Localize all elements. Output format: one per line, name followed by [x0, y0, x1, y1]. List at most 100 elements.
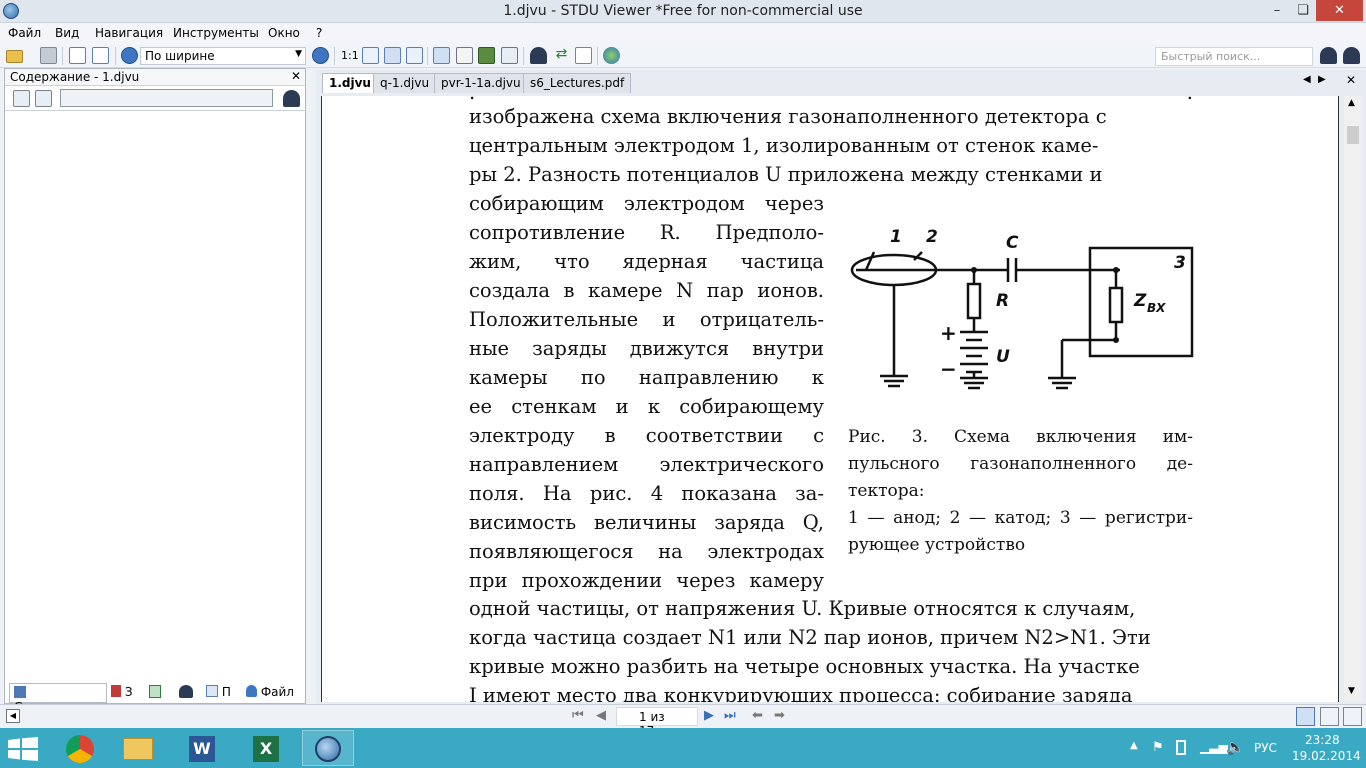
- scroll-down-icon[interactable]: ▼: [1348, 686, 1355, 696]
- fit-width-icon[interactable]: [384, 47, 401, 64]
- globe-icon[interactable]: [603, 47, 620, 64]
- scroll-thumb[interactable]: [1347, 126, 1359, 144]
- menu-file[interactable]: Файл: [8, 26, 41, 40]
- chrome-taskbar-button[interactable]: [54, 730, 106, 766]
- caption-line: Рис. 3. Схема включения им-: [848, 427, 1193, 447]
- open-folder-icon[interactable]: [6, 50, 23, 63]
- narrow-text-line: сопротивление R. Предполо-: [469, 221, 824, 244]
- excel-taskbar-button[interactable]: X: [240, 730, 292, 766]
- tab-close-icon[interactable]: ✕: [1346, 73, 1356, 87]
- copy-icon[interactable]: [575, 47, 592, 64]
- clock-time[interactable]: 23:28: [1305, 733, 1340, 747]
- tab-pages[interactable]: П: [206, 685, 231, 699]
- tab-bookmarks-label: З: [124, 685, 133, 699]
- clock-date[interactable]: 19.02.2014: [1292, 749, 1361, 763]
- forward-icon[interactable]: ➡: [774, 708, 785, 723]
- tab-pvr-djvu[interactable]: pvr-1-1a.djvu: [434, 73, 528, 93]
- zoom-mode-select[interactable]: По ширине ▼: [140, 47, 306, 65]
- explorer-taskbar-button[interactable]: [112, 730, 164, 766]
- search-prev-icon[interactable]: [1320, 47, 1337, 64]
- print-icon[interactable]: [40, 47, 57, 64]
- search-next-icon[interactable]: [1343, 47, 1360, 64]
- battery-icon[interactable]: [1176, 740, 1186, 755]
- tab-1-djvu[interactable]: 1.djvu: [322, 73, 378, 93]
- close-icon[interactable]: ✕: [291, 69, 301, 83]
- stdu-taskbar-button[interactable]: [302, 730, 354, 766]
- snapshot-icon[interactable]: [501, 47, 518, 64]
- quick-search-input[interactable]: Быстрый поиск...: [1155, 47, 1313, 66]
- zoom-out-icon[interactable]: [121, 47, 138, 64]
- tab-s6-lectures[interactable]: s6_Lectures.pdf: [523, 73, 632, 93]
- sync-icon[interactable]: ⇄: [553, 47, 570, 64]
- collapse-pane-icon[interactable]: ◀: [6, 709, 20, 723]
- narrow-text-line: Положительные и отрицатель-: [469, 308, 824, 331]
- back-icon[interactable]: ⬅: [752, 708, 763, 723]
- narrow-text-line: ее стенкам и к собирающему: [469, 395, 824, 418]
- close-button[interactable]: ✕: [1316, 0, 1363, 21]
- tray-expand-icon[interactable]: ▲: [1130, 740, 1138, 751]
- zoom-in-icon[interactable]: [312, 47, 329, 64]
- narrow-text-line: поля. На рис. 4 показана за-: [469, 482, 824, 505]
- minimize-button[interactable]: –: [1264, 0, 1290, 21]
- contents-search-input[interactable]: [60, 89, 273, 107]
- tab-contents[interactable]: Содержание: [9, 683, 107, 714]
- menu-window[interactable]: Окно: [268, 26, 300, 40]
- page-number-input[interactable]: 1 из 17: [616, 707, 698, 738]
- prev-page-icon[interactable]: ◀: [596, 708, 606, 723]
- next-page-icon[interactable]: ▶: [704, 708, 714, 723]
- menu-help[interactable]: ?: [316, 26, 322, 40]
- tab-q-1-djvu[interactable]: q-1.djvu: [373, 73, 437, 93]
- bookmark-icon: [111, 685, 121, 697]
- scroll-up-icon[interactable]: ▲: [1348, 98, 1355, 108]
- caption-line: рующее устройство: [848, 535, 1026, 555]
- facing-view-icon[interactable]: [1343, 707, 1362, 726]
- select-image-icon[interactable]: [478, 47, 495, 64]
- fit-page-icon[interactable]: [362, 47, 379, 64]
- flag-icon[interactable]: ⚑: [1152, 740, 1164, 755]
- text-line: одной частицы, от напряжения U. Кривые о…: [469, 597, 1136, 620]
- menu-bar: Файл Вид Навигация Инструменты Окно ?: [0, 23, 1366, 44]
- collapse-icon[interactable]: [35, 90, 52, 107]
- hand-tool-icon[interactable]: [433, 47, 450, 64]
- continuous-view-icon[interactable]: [1320, 707, 1339, 726]
- tab-nav-right-icon[interactable]: ▶: [1318, 74, 1326, 85]
- tab-search[interactable]: [179, 685, 193, 698]
- circuit-diagram: 1 2 C R + − U Z BX 3: [850, 227, 1194, 390]
- select-text-icon[interactable]: [456, 47, 473, 64]
- expand-icon[interactable]: [13, 90, 30, 107]
- network-icon[interactable]: ▁▃▅: [1200, 740, 1228, 754]
- last-page-icon[interactable]: ⏭: [724, 708, 736, 723]
- tab-file[interactable]: Файл: [246, 685, 294, 699]
- menu-tools[interactable]: Инструменты: [173, 26, 259, 40]
- single-page-view-icon[interactable]: [1296, 707, 1315, 726]
- volume-icon[interactable]: 🔈: [1226, 738, 1245, 756]
- narrow-text-line: камеры по направлению к: [469, 366, 824, 389]
- page-icon[interactable]: [69, 47, 86, 64]
- tab-nav-left-icon[interactable]: ◀: [1303, 74, 1311, 85]
- page-line: когда частица создает N1 или N2 пар ионо…: [469, 627, 1193, 649]
- junction: [1113, 337, 1119, 343]
- find-icon[interactable]: [530, 47, 547, 64]
- binoculars-icon[interactable]: [283, 90, 300, 107]
- word-taskbar-button[interactable]: W: [176, 730, 228, 766]
- tab-thumbnails[interactable]: [149, 685, 161, 698]
- first-page-icon[interactable]: ⏮: [572, 708, 584, 723]
- label-minus: −: [940, 357, 957, 381]
- menu-navigation[interactable]: Навигация: [95, 26, 163, 40]
- two-pages-icon[interactable]: [92, 47, 109, 64]
- stdu-icon: [315, 736, 341, 762]
- windows-start-icon[interactable]: [8, 737, 38, 761]
- narrow-text-line: при прохождении через камеру: [469, 569, 824, 592]
- actual-size-button[interactable]: 1:1: [341, 49, 359, 62]
- page-line: изображена схема включения газонаполненн…: [469, 106, 1193, 128]
- menu-view[interactable]: Вид: [55, 26, 79, 40]
- maximize-button[interactable]: ❏: [1290, 0, 1316, 21]
- text-line: кривые можно разбить на четыре основных …: [469, 655, 1140, 678]
- keyboard-language[interactable]: РУС: [1254, 741, 1277, 755]
- vertical-scrollbar[interactable]: ▲ ▼: [1344, 96, 1362, 702]
- page-line: ..: [469, 96, 1193, 104]
- fit-height-icon[interactable]: [406, 47, 423, 64]
- contents-tree: [5, 110, 305, 677]
- tab-bookmarks[interactable]: З: [111, 685, 133, 699]
- excel-icon: X: [253, 736, 279, 762]
